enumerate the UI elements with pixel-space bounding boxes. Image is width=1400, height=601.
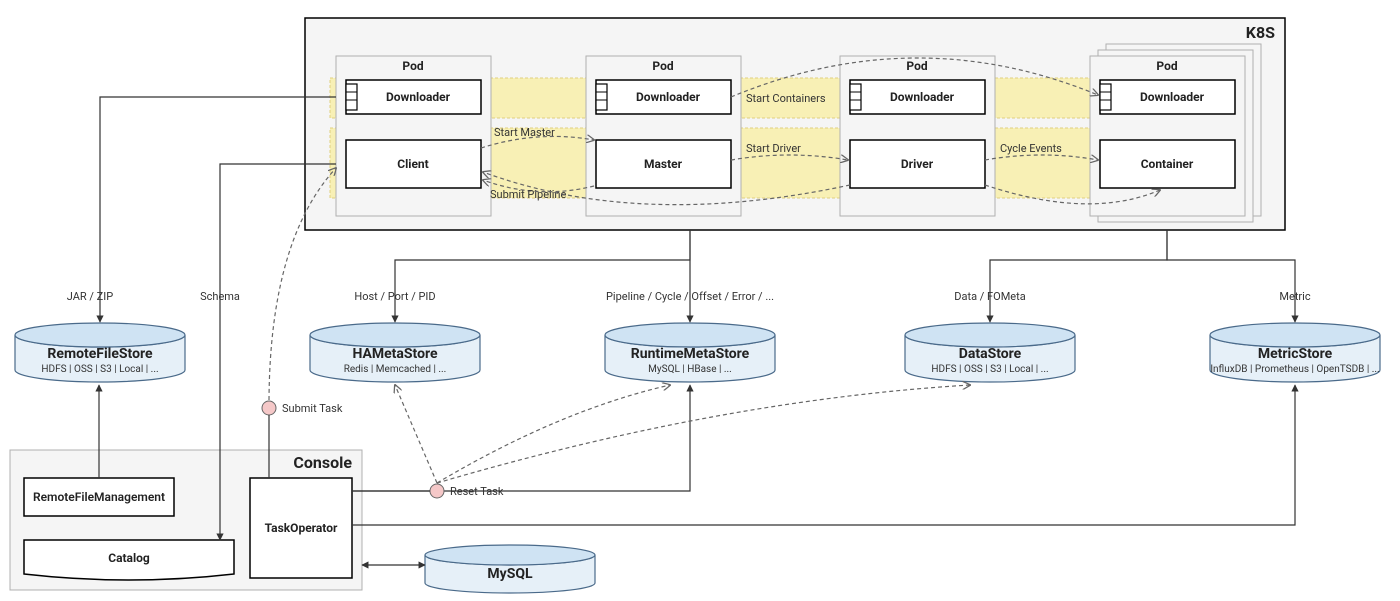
remote-file-mgmt-label: RemoteFileManagement: [33, 490, 165, 504]
start-master-label: Start Master: [494, 126, 555, 139]
metric-label: Metric: [1279, 290, 1310, 303]
submit-task-label: Submit Task: [282, 402, 343, 415]
ha-meta-store: HAMetaStore Redis | Memcached | ...: [310, 323, 480, 382]
datastore-sub: HDFS | OSS | S3 | Local | ...: [931, 364, 1048, 375]
container-label: Container: [1141, 157, 1194, 171]
submit-task-node: [262, 401, 276, 415]
remote-file-title: RemoteFileStore: [47, 346, 153, 362]
driver-label: Driver: [901, 157, 934, 171]
catalog-label: Catalog: [108, 551, 150, 565]
metric-sub: InfluxDB | Prometheus | OpenTSDB | ...: [1210, 363, 1379, 375]
start-containers-label: Start Containers: [746, 92, 826, 105]
metric-title: MetricStore: [1258, 346, 1333, 362]
pod1-to-remotefile-edge: [100, 97, 336, 322]
pod-label: Pod: [906, 59, 927, 73]
k8s-title: K8S: [1246, 23, 1275, 42]
task-operator-label: TaskOperator: [265, 521, 338, 535]
taskop-to-metric-edge: [352, 385, 1295, 525]
datastore-title: DataStore: [959, 346, 1022, 362]
schema-label: Schema: [200, 290, 240, 303]
downloader-label: Downloader: [1140, 90, 1205, 104]
mysql-store: MySQL: [425, 545, 595, 593]
hameta-sub: Redis | Memcached | ...: [344, 364, 447, 375]
pod-4: Pod Downloader Container: [1090, 56, 1245, 216]
hostportpid-label: Host / Port / PID: [354, 290, 435, 303]
k8s-to-metric-edge: [1167, 230, 1295, 322]
console-title: Console: [293, 453, 352, 472]
k8s-to-datastore-edge: [990, 230, 1167, 322]
downloader-label: Downloader: [386, 90, 451, 104]
runtime-meta-store: RuntimeMetaStore MySQL | HBase | ...: [605, 323, 775, 382]
reset-to-hameta-edge: [395, 385, 437, 483]
pod-1: Pod Downloader Client: [336, 56, 491, 216]
client-label: Client: [397, 157, 428, 171]
submit-pipeline-label: Submit Pipeline: [490, 188, 566, 201]
mysql-title: MySQL: [487, 566, 533, 582]
pod-label: Pod: [1156, 59, 1177, 73]
pod-label: Pod: [402, 59, 423, 73]
master-label: Master: [644, 157, 683, 171]
datafometa-label: Data / FOMeta: [954, 290, 1025, 303]
jarzip-label: JAR / ZIP: [67, 290, 113, 303]
runtimemeta-sub: MySQL | HBase | ...: [648, 364, 732, 375]
pod-2: Pod Downloader Master: [586, 56, 741, 216]
diagram-canvas: K8S Pod Downloader Client Pod Downloader…: [0, 0, 1400, 601]
data-store: DataStore HDFS | OSS | S3 | Local | ...: [905, 323, 1075, 382]
downloader-label: Downloader: [890, 90, 955, 104]
downloader-label: Downloader: [636, 90, 701, 104]
reset-to-datastore-edge: [437, 385, 970, 483]
start-driver-label: Start Driver: [746, 142, 801, 155]
pod-label: Pod: [652, 59, 673, 73]
hameta-title: HAMetaStore: [352, 346, 438, 362]
k8s-to-hameta-edge: [395, 230, 690, 322]
taskop-to-runtimemeta-edge: [352, 385, 690, 491]
pipelinecycle-label: Pipeline / Cycle / Offset / Error / ...: [606, 290, 774, 303]
pod-3: Pod Downloader Driver: [840, 56, 995, 216]
runtimemeta-title: RuntimeMetaStore: [631, 346, 750, 362]
cycle-events-label: Cycle Events: [1000, 142, 1062, 155]
reset-to-runtimemeta-edge: [437, 385, 670, 483]
remote-file-store: RemoteFileStore HDFS | OSS | S3 | Local …: [15, 323, 185, 382]
metric-store: MetricStore InfluxDB | Prometheus | Open…: [1210, 323, 1380, 382]
remote-file-sub: HDFS | OSS | S3 | Local | ...: [41, 364, 158, 375]
reset-task-label: Reset Task: [450, 485, 504, 498]
reset-task-node: [430, 484, 444, 498]
